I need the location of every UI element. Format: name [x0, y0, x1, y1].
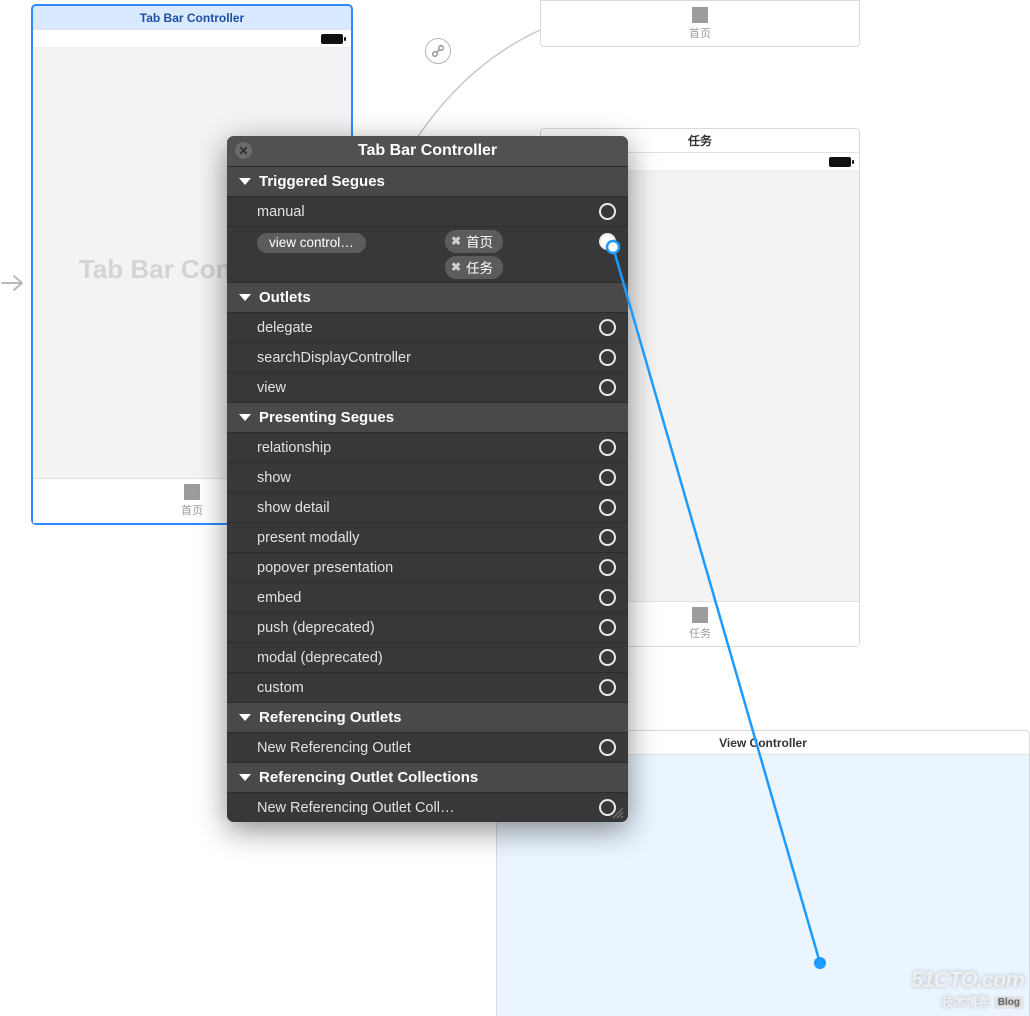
- section-triggered-segues[interactable]: Triggered Segues: [227, 166, 628, 196]
- connection-tasks[interactable]: ✖ 任务: [445, 256, 503, 279]
- connection-port[interactable]: [599, 559, 616, 576]
- segue-embed[interactable]: embed: [227, 582, 628, 612]
- new-referencing-outlet-collection[interactable]: New Referencing Outlet Coll…: [227, 792, 628, 822]
- connection-port[interactable]: [599, 233, 616, 250]
- segue-show[interactable]: show: [227, 462, 628, 492]
- outlet-search-display-controller[interactable]: searchDisplayController: [227, 342, 628, 372]
- connection-port[interactable]: [599, 499, 616, 516]
- outlet-manual[interactable]: manual: [227, 196, 628, 226]
- connection-port[interactable]: [599, 649, 616, 666]
- outlet-label: New Referencing Outlet Coll…: [257, 800, 557, 816]
- section-label: Referencing Outlets: [259, 709, 402, 726]
- connection-port[interactable]: [599, 739, 616, 756]
- connection-port[interactable]: [599, 349, 616, 366]
- tab-placeholder-icon: [692, 7, 708, 23]
- outlet-label-pill: view control…: [257, 233, 366, 253]
- connection-port[interactable]: [599, 469, 616, 486]
- outlet-label: New Referencing Outlet: [257, 740, 447, 756]
- outlet-label: show: [257, 470, 447, 486]
- tab-item-label: 首页: [689, 25, 711, 41]
- section-label: Presenting Segues: [259, 409, 394, 426]
- popover-title: Tab Bar Controller: [227, 142, 628, 160]
- new-referencing-outlet[interactable]: New Referencing Outlet: [227, 732, 628, 762]
- tab-item-label: 任务: [689, 625, 711, 641]
- resize-grip-icon[interactable]: [610, 805, 624, 819]
- status-bar: [33, 30, 351, 48]
- segue-show-detail[interactable]: show detail: [227, 492, 628, 522]
- connection-port[interactable]: [599, 439, 616, 456]
- section-label: Outlets: [259, 289, 311, 306]
- tab-placeholder-icon: [184, 484, 200, 500]
- popover-header: Tab Bar Controller: [227, 136, 628, 166]
- outlet-label: popover presentation: [257, 560, 447, 576]
- watermark-line2: 技术博客Blog: [911, 993, 1024, 1010]
- segue-modal-deprecated[interactable]: modal (deprecated): [227, 642, 628, 672]
- storyboard-canvas[interactable]: Tab Bar Controller Tab Bar Controller 首页…: [0, 0, 1030, 1016]
- outlet-label: modal (deprecated): [257, 650, 447, 666]
- outlet-label: manual: [257, 204, 447, 220]
- connection-port[interactable]: [599, 589, 616, 606]
- remove-icon[interactable]: ✖: [451, 260, 461, 274]
- outlet-label: present modally: [257, 530, 447, 546]
- segue-relationship[interactable]: relationship: [227, 432, 628, 462]
- scene-title: Tab Bar Controller: [33, 6, 351, 30]
- outlet-label: view: [257, 380, 447, 396]
- battery-icon: [829, 157, 851, 167]
- scene-home-partial[interactable]: 首页: [540, 0, 860, 47]
- connection-home[interactable]: ✖ 首页: [445, 230, 503, 253]
- outlet-label: embed: [257, 590, 447, 606]
- connection-label: 首页: [466, 231, 493, 251]
- connections-popover[interactable]: Tab Bar Controller Triggered Segues manu…: [227, 136, 628, 822]
- remove-icon[interactable]: ✖: [451, 234, 461, 248]
- segue-node-icon[interactable]: [425, 38, 451, 64]
- segue-custom[interactable]: custom: [227, 672, 628, 702]
- close-button[interactable]: [235, 142, 252, 159]
- tab-placeholder-icon: [692, 607, 708, 623]
- section-label: Referencing Outlet Collections: [259, 769, 478, 786]
- battery-icon: [321, 34, 343, 44]
- connection-label: 任务: [466, 257, 493, 277]
- outlet-label: delegate: [257, 320, 447, 336]
- section-label: Triggered Segues: [259, 173, 385, 190]
- entry-point-arrow: [0, 268, 30, 298]
- segue-popover-presentation[interactable]: popover presentation: [227, 552, 628, 582]
- outlet-label: relationship: [257, 440, 447, 456]
- disclosure-triangle-icon: [239, 714, 251, 721]
- watermark: 51CTO.com 技术博客Blog: [911, 967, 1024, 1010]
- disclosure-triangle-icon: [239, 774, 251, 781]
- outlet-label: searchDisplayController: [257, 350, 447, 366]
- connection-port[interactable]: [599, 319, 616, 336]
- outlet-view-controllers[interactable]: view control… ✖ 首页 ✖ 任务: [227, 226, 628, 282]
- connection-port[interactable]: [599, 679, 616, 696]
- section-outlets[interactable]: Outlets: [227, 282, 628, 312]
- segue-push-deprecated[interactable]: push (deprecated): [227, 612, 628, 642]
- connection-port[interactable]: [599, 379, 616, 396]
- connection-port[interactable]: [599, 529, 616, 546]
- outlet-label: push (deprecated): [257, 620, 447, 636]
- disclosure-triangle-icon: [239, 294, 251, 301]
- watermark-line1: 51CTO.com: [911, 967, 1024, 993]
- section-referencing-outlets[interactable]: Referencing Outlets: [227, 702, 628, 732]
- section-presenting-segues[interactable]: Presenting Segues: [227, 402, 628, 432]
- disclosure-triangle-icon: [239, 178, 251, 185]
- connection-port[interactable]: [599, 619, 616, 636]
- tab-item-label: 首页: [181, 502, 203, 518]
- outlet-view[interactable]: view: [227, 372, 628, 402]
- segue-present-modally[interactable]: present modally: [227, 522, 628, 552]
- section-referencing-outlet-collections[interactable]: Referencing Outlet Collections: [227, 762, 628, 792]
- outlet-label: custom: [257, 680, 447, 696]
- outlet-label: show detail: [257, 500, 447, 516]
- disclosure-triangle-icon: [239, 414, 251, 421]
- outlet-delegate[interactable]: delegate: [227, 312, 628, 342]
- connection-port[interactable]: [599, 203, 616, 220]
